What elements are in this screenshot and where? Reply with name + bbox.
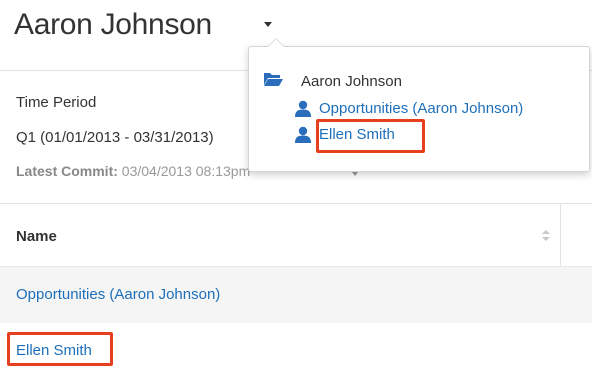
tree-link-opportunities[interactable]: Opportunities (Aaron Johnson)	[319, 100, 523, 117]
user-icon	[295, 126, 311, 143]
time-period-label: Time Period	[16, 94, 97, 111]
user-icon	[295, 100, 311, 117]
latest-commit-label: Latest Commit:	[16, 163, 118, 179]
row-link-opportunities[interactable]: Opportunities (Aaron Johnson)	[16, 286, 220, 303]
sort-icon[interactable]	[542, 230, 550, 242]
tree-root-label: Aaron Johnson	[301, 73, 402, 90]
user-switcher-caret-button[interactable]	[262, 20, 276, 30]
user-switcher-dropdown: Aaron Johnson Opportunities (Aaron Johns…	[248, 38, 590, 172]
folder-open-icon	[264, 73, 283, 86]
time-period-select[interactable]: Q1 (01/01/2013 - 03/31/2013)	[16, 129, 214, 146]
latest-commit-caret-icon[interactable]	[352, 172, 358, 176]
table-header-name[interactable]: Name	[0, 204, 561, 266]
column-header-name: Name	[16, 228, 57, 245]
menu-highlight-box	[316, 119, 425, 153]
page-title: Aaron Johnson	[14, 8, 212, 41]
dropdown-arrow-inner	[268, 39, 284, 47]
row-highlight-box	[7, 332, 113, 366]
latest-commit[interactable]: Latest Commit: 03/04/2013 08:13pm	[16, 163, 250, 179]
latest-commit-value: 03/04/2013 08:13pm	[121, 163, 251, 179]
table-row: Opportunities (Aaron Johnson)	[0, 266, 592, 324]
